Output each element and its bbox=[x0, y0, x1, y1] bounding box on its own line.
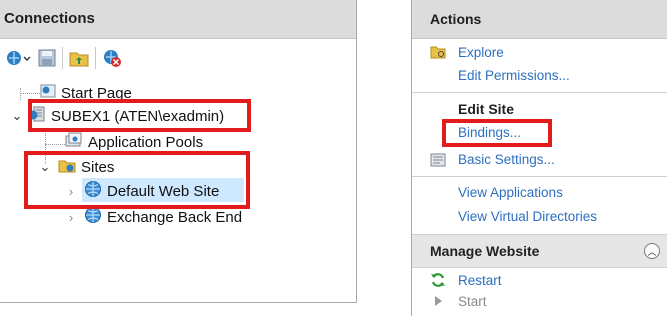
action-basic-settings[interactable]: Basic Settings... bbox=[458, 147, 555, 171]
chevron-up-icon[interactable]: ︿ bbox=[644, 243, 660, 259]
action-view-virtual-directories[interactable]: View Virtual Directories bbox=[458, 204, 597, 228]
action-edit-permissions[interactable]: Edit Permissions... bbox=[458, 63, 570, 87]
annotation-box-bindings bbox=[442, 119, 552, 147]
manage-website-header[interactable]: Manage Website ︿ bbox=[412, 234, 667, 268]
action-start[interactable]: Start bbox=[458, 289, 487, 313]
action-label: View Applications bbox=[458, 184, 563, 200]
connections-panel: Connections Start Page ⌄ SUBEX1 (ATEN\ex… bbox=[0, 0, 357, 303]
actions-title: Actions bbox=[412, 0, 667, 39]
connections-toolbar bbox=[0, 39, 356, 77]
save-icon[interactable] bbox=[38, 49, 56, 67]
tree-guide-line bbox=[45, 144, 67, 145]
tree-item-exchange-back-end[interactable]: › Exchange Back End bbox=[64, 206, 242, 228]
action-label: Start bbox=[458, 293, 487, 309]
tree-guide-line bbox=[20, 93, 40, 94]
action-label: Explore bbox=[458, 44, 504, 60]
tree-guide-line bbox=[20, 88, 21, 100]
section-divider bbox=[412, 92, 667, 93]
action-label: Edit Permissions... bbox=[458, 67, 570, 83]
disconnect-icon[interactable] bbox=[102, 48, 122, 68]
actions-panel: Actions Explore Edit Permissions... Edit… bbox=[411, 0, 667, 316]
toolbar-divider bbox=[62, 47, 63, 69]
action-label: Basic Settings... bbox=[458, 151, 555, 167]
section-divider bbox=[412, 176, 667, 177]
action-explore[interactable]: Explore bbox=[458, 40, 504, 64]
chevron-down-icon[interactable]: ⌄ bbox=[10, 108, 24, 124]
tree-label: Exchange Back End bbox=[107, 208, 243, 226]
annotation-box-server bbox=[28, 99, 251, 132]
action-label: View Virtual Directories bbox=[458, 208, 598, 224]
section-title: Manage Website bbox=[430, 243, 540, 259]
connections-title: Connections bbox=[0, 0, 356, 39]
basic-settings-icon bbox=[430, 152, 446, 168]
annotation-box-sites bbox=[24, 151, 250, 209]
action-view-applications[interactable]: View Applications bbox=[458, 180, 563, 204]
start-play-icon bbox=[430, 293, 446, 309]
chevron-right-icon[interactable]: › bbox=[64, 210, 78, 225]
action-label: Edit Site bbox=[458, 101, 515, 117]
action-label: Restart bbox=[458, 272, 502, 288]
website-globe-icon bbox=[84, 206, 102, 228]
tree-label: Application Pools bbox=[88, 133, 204, 151]
explore-folder-icon bbox=[430, 44, 446, 60]
tree-item-app-pools[interactable]: Application Pools bbox=[65, 131, 203, 153]
toolbar-divider bbox=[95, 47, 96, 69]
app-pools-icon bbox=[65, 132, 83, 152]
connect-icon[interactable] bbox=[6, 48, 32, 68]
restart-icon bbox=[430, 272, 446, 288]
edit-site-heading: Edit Site bbox=[458, 97, 514, 121]
up-folder-icon[interactable] bbox=[69, 49, 89, 67]
